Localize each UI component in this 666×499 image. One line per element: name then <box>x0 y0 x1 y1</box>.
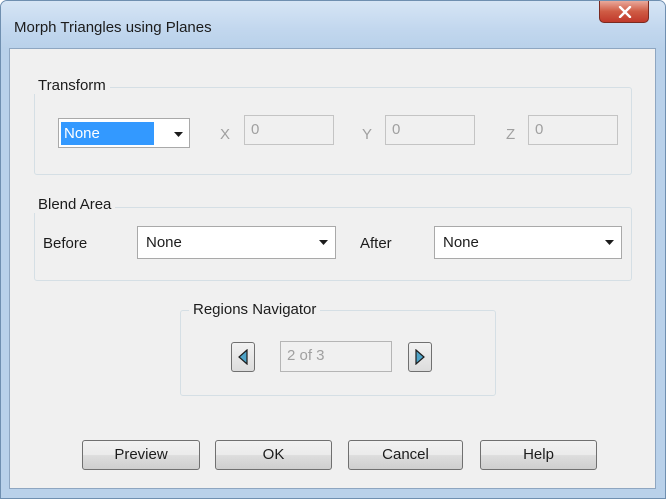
previous-region-button[interactable] <box>231 342 255 372</box>
after-select[interactable]: None <box>434 226 622 259</box>
z-field: 0 <box>528 115 618 145</box>
transform-mode-select[interactable]: None <box>58 118 190 148</box>
close-icon <box>618 6 632 18</box>
before-select[interactable]: None <box>137 226 336 259</box>
ok-button[interactable]: OK <box>215 440 332 470</box>
y-value: 0 <box>392 121 401 138</box>
chevron-down-icon <box>319 240 328 245</box>
x-value: 0 <box>251 121 260 138</box>
dialog-body: Transform None X 0 Y 0 Z 0 Blend Area Be… <box>9 48 656 489</box>
region-position-field: 2 of 3 <box>280 341 392 372</box>
z-value: 0 <box>535 121 544 138</box>
triangle-left-icon <box>238 349 248 365</box>
region-position-value: 2 of 3 <box>287 347 325 364</box>
next-region-button[interactable] <box>408 342 432 372</box>
before-value: None <box>146 234 182 251</box>
x-field: 0 <box>244 115 334 145</box>
triangle-right-icon <box>415 349 425 365</box>
transform-mode-value: None <box>61 122 154 145</box>
y-field: 0 <box>385 115 475 145</box>
before-label: Before <box>43 235 88 252</box>
chevron-down-icon <box>605 240 614 245</box>
y-label: Y <box>362 126 373 143</box>
chevron-down-icon <box>174 132 183 137</box>
after-value: None <box>443 234 479 251</box>
dialog-window: Morph Triangles using Planes Transform N… <box>0 0 666 499</box>
help-button[interactable]: Help <box>480 440 597 470</box>
blend-area-group-label: Blend Area <box>34 196 116 213</box>
preview-button[interactable]: Preview <box>82 440 200 470</box>
z-label: Z <box>506 126 516 143</box>
transform-group-label: Transform <box>34 77 110 94</box>
cancel-button[interactable]: Cancel <box>348 440 463 470</box>
close-button[interactable] <box>599 1 649 23</box>
regions-navigator-group-label: Regions Navigator <box>189 301 321 318</box>
title-bar[interactable]: Morph Triangles using Planes <box>1 1 665 48</box>
window-title: Morph Triangles using Planes <box>14 19 212 36</box>
x-label: X <box>220 126 231 143</box>
after-label: After <box>360 235 392 252</box>
